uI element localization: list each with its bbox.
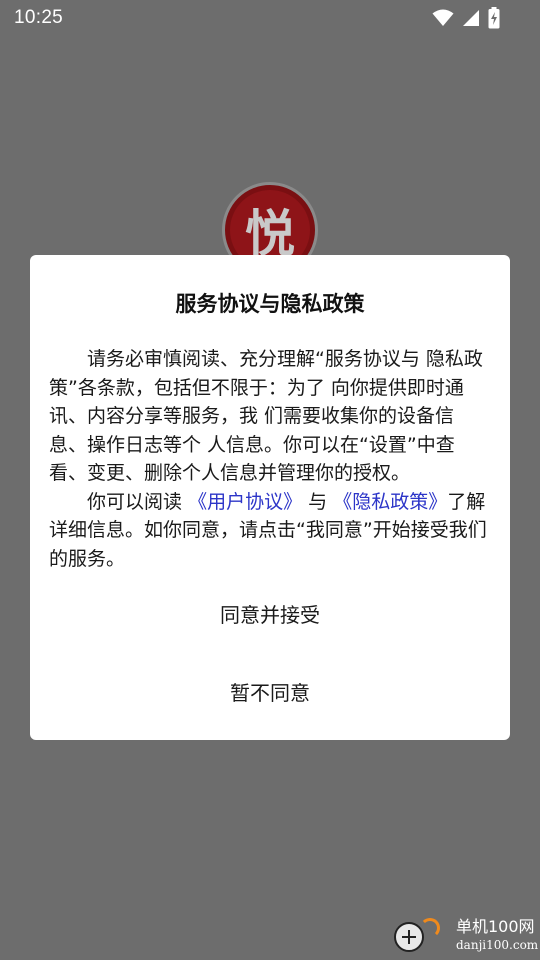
watermark-url: danji100.com — [456, 938, 539, 952]
status-time: 10:25 — [14, 7, 64, 28]
privacy-dialog: 服务协议与隐私政策 请务必审慎阅读、充分理解“服务协议与 隐私政策”各条款，包括… — [30, 255, 510, 740]
watermark-arc-icon — [420, 918, 440, 938]
screen: 10:25 悦 服务协议与隐私政策 请务必审慎阅读、充分理解“服务协议与 隐私政… — [0, 0, 540, 960]
disagree-button[interactable]: 暂不同意 — [30, 677, 510, 706]
privacy-policy-link[interactable]: 《隐私政策》 — [333, 491, 447, 513]
paragraph-2-prefix: 你可以阅读 — [87, 490, 183, 513]
user-agreement-link[interactable]: 《用户协议》 — [188, 491, 302, 513]
dialog-paragraph-2: 你可以阅读 《用户协议》 与 《隐私政策》了解详细信息。如你同意，请点击“我同意… — [49, 488, 489, 574]
dialog-title: 服务协议与隐私政策 — [175, 292, 365, 316]
status-icons — [432, 7, 500, 29]
status-bar: 10:25 — [0, 0, 540, 36]
paragraph-2-mid: 与 — [308, 490, 328, 513]
signal-icon — [462, 9, 480, 27]
dialog-paragraph-1: 请务必审慎阅读、充分理解“服务协议与 隐私政策”各条款，包括但不限于：为了 向你… — [49, 348, 483, 484]
battery-charging-icon — [488, 7, 500, 29]
watermark-title: 单机100网 — [456, 917, 535, 936]
wifi-icon — [432, 9, 454, 27]
watermark: 单机100网 danji100.com — [392, 916, 540, 960]
agree-button[interactable]: 同意并接受 — [30, 599, 510, 628]
dialog-body: 请务必审慎阅读、充分理解“服务协议与 隐私政策”各条款，包括但不限于：为了 向你… — [49, 345, 489, 573]
